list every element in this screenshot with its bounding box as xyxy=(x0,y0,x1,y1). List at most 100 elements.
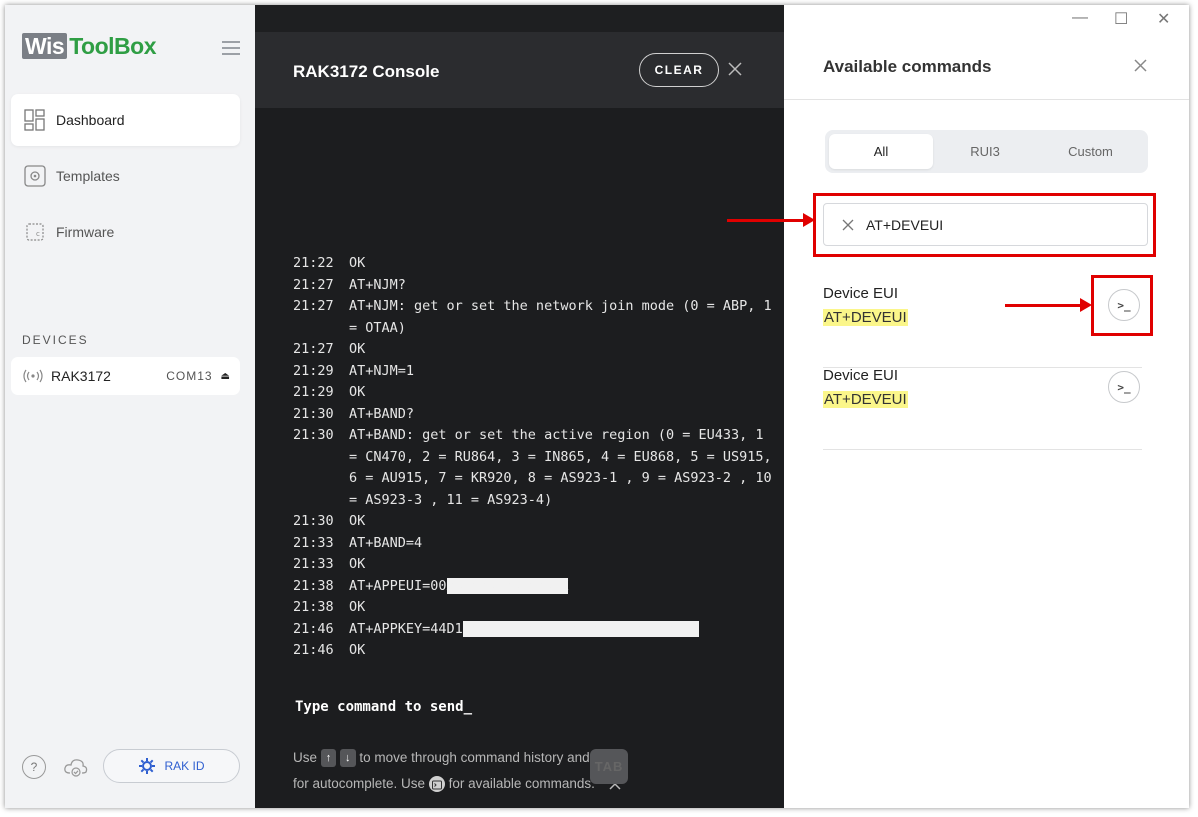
svg-text:c: c xyxy=(36,230,40,238)
command-search xyxy=(823,203,1148,246)
log-message: OK xyxy=(349,642,366,658)
device-name: RAK3172 xyxy=(51,368,111,384)
log-line: 21:27 AT+NJM? xyxy=(293,275,773,297)
log-line: 21:38 OK xyxy=(293,597,773,619)
log-time: 21:38 xyxy=(293,577,334,594)
run-command-button[interactable]: >_ xyxy=(1108,371,1140,403)
log-time: 21:30 xyxy=(293,405,334,422)
sidebar-item-label: Dashboard xyxy=(56,112,125,128)
app-logo: Wis ToolBox xyxy=(22,33,156,59)
console-pane: RAK3172 Console CLEAR 21:22 OK 21:27 AT+NJM… xyxy=(255,5,784,808)
close-window-icon[interactable]: ✕ xyxy=(1157,9,1170,29)
cloud-sync-icon[interactable] xyxy=(63,756,89,778)
log-line: 21:30 OK xyxy=(293,511,773,533)
tab-rui3[interactable]: RUI3 xyxy=(933,134,1037,169)
log-line: 21:30 AT+BAND? xyxy=(293,404,773,426)
sidebar-item-templates[interactable]: Templates xyxy=(11,150,240,202)
panel-divider xyxy=(784,99,1189,100)
log-message: AT+APPEUI=00XXXXXXXXXXXXXXX xyxy=(349,577,569,594)
clear-search-icon[interactable] xyxy=(842,219,854,231)
log-time: 21:29 xyxy=(293,362,334,379)
command-item[interactable]: Device EUI AT+DEVEUI >_ xyxy=(823,367,1142,450)
log-line: 21:46 AT+APPKEY=44D1XXXXXXXXXXXXXXXXXXXXX… xyxy=(293,619,773,641)
log-message: AT+BAND=4 xyxy=(349,534,423,551)
dashboard-icon xyxy=(24,109,46,131)
sidebar-item-firmware[interactable]: c Firmware xyxy=(11,206,240,258)
command-input[interactable]: Type command to send_ xyxy=(295,699,472,715)
sidebar: Wis ToolBox Dashboard Templates c Firmwa… xyxy=(5,5,255,808)
log-time: 21:33 xyxy=(293,534,334,551)
log-message: AT+APPKEY=44D1XXXXXXXXXXXXXXXXXXXXXXXXXX… xyxy=(349,620,699,637)
maximize-window-icon[interactable]: ☐ xyxy=(1114,9,1128,29)
hint-text: Use xyxy=(293,750,318,765)
logo-toolbox: ToolBox xyxy=(69,32,156,59)
minimize-window-icon[interactable]: — xyxy=(1072,9,1088,27)
device-port: COM13 xyxy=(166,369,213,383)
log-time: 21:22 xyxy=(293,255,334,271)
hint-text: for available commands. xyxy=(448,776,595,791)
log-time: 21:33 xyxy=(293,556,334,572)
console-hint: Use ↑ ↓ to move through command history … xyxy=(293,745,763,797)
log-line: 21:30 AT+BAND: get or set the active regi… xyxy=(293,425,773,511)
annotation-arrow-search xyxy=(727,213,815,227)
log-line: 21:27 OK xyxy=(293,339,773,361)
tab-all[interactable]: All xyxy=(829,134,933,169)
panel-title: Available commands xyxy=(823,57,992,76)
device-item-rak3172[interactable]: RAK3172 COM13 ⏏ xyxy=(11,357,240,395)
command-name: Device EUI xyxy=(823,367,899,384)
run-highlight-box xyxy=(1091,275,1153,336)
console-log: 21:22 OK 21:27 AT+NJM? 21:27 AT+NJM: get or s… xyxy=(293,253,773,662)
log-line: 21:33 OK xyxy=(293,554,773,576)
hint-text: to move through command history and xyxy=(359,750,590,765)
tab-key-icon: TAB xyxy=(589,749,629,784)
command-filter-tabs: All RUI3 Custom xyxy=(825,130,1148,173)
log-time: 21:46 xyxy=(293,642,334,658)
rak-id-label: RAK ID xyxy=(164,759,205,773)
log-line: 21:29 OK xyxy=(293,382,773,404)
rak-id-button[interactable]: RAK ID xyxy=(103,749,240,783)
redacted-value: XXXXXXXXXXXXXXX xyxy=(446,577,569,594)
log-message: OK xyxy=(349,341,366,357)
command-code: AT+DEVEUI xyxy=(823,391,908,408)
log-message: OK xyxy=(349,513,366,529)
eject-icon[interactable]: ⏏ xyxy=(221,371,230,382)
tab-custom[interactable]: Custom xyxy=(1037,134,1144,169)
sidebar-item-dashboard[interactable]: Dashboard xyxy=(11,94,240,146)
log-message: OK xyxy=(349,384,366,400)
devices-section-title: DEVICES xyxy=(22,333,89,347)
arrow-up-key-icon: ↑ xyxy=(320,749,337,768)
help-button[interactable]: ? xyxy=(22,755,46,779)
hint-text: for autocomplete. Use xyxy=(293,776,426,791)
rak-logo-icon xyxy=(139,758,156,774)
log-time: 21:29 xyxy=(293,384,334,400)
log-time: 21:27 xyxy=(293,276,334,293)
log-message: AT+NJM: get or set the network join mode… xyxy=(349,298,780,336)
clear-button[interactable]: CLEAR xyxy=(639,53,719,87)
close-panel-icon[interactable] xyxy=(1134,59,1147,72)
redacted-value: XXXXXXXXXXXXXXXXXXXXXXXXXXXXX xyxy=(462,620,699,637)
log-time: 21:38 xyxy=(293,599,334,615)
log-line: 21:38 AT+APPEUI=00XXXXXXXXXXXXXXX xyxy=(293,576,773,598)
available-commands-panel: — ☐ ✕ Available commands All RUI3 Custom… xyxy=(784,5,1189,808)
log-message: OK xyxy=(349,599,366,615)
log-time: 21:27 xyxy=(293,341,334,357)
log-line: 21:22 OK xyxy=(293,253,773,275)
search-input[interactable] xyxy=(864,215,1128,234)
console-title: RAK3172 Console xyxy=(293,62,440,81)
log-time: 21:30 xyxy=(293,427,334,443)
arrow-down-key-icon: ↓ xyxy=(340,749,356,768)
commands-icon xyxy=(428,776,445,793)
close-console-icon[interactable] xyxy=(728,62,742,76)
hamburger-menu-icon[interactable] xyxy=(222,41,240,55)
console-header: RAK3172 Console CLEAR xyxy=(255,32,784,108)
log-line: 21:33 AT+BAND=4 xyxy=(293,533,773,555)
annotation-arrow-run xyxy=(1005,298,1092,312)
command-code: AT+DEVEUI xyxy=(823,309,908,326)
templates-icon xyxy=(24,165,46,187)
log-time: 21:30 xyxy=(293,513,334,529)
log-time: 21:27 xyxy=(293,298,334,314)
command-name: Device EUI xyxy=(823,285,899,302)
log-message: AT+NJM? xyxy=(349,276,406,293)
app-window: Wis ToolBox Dashboard Templates c Firmwa… xyxy=(5,5,1189,808)
log-message: AT+BAND: get or set the active region (0… xyxy=(349,427,780,508)
